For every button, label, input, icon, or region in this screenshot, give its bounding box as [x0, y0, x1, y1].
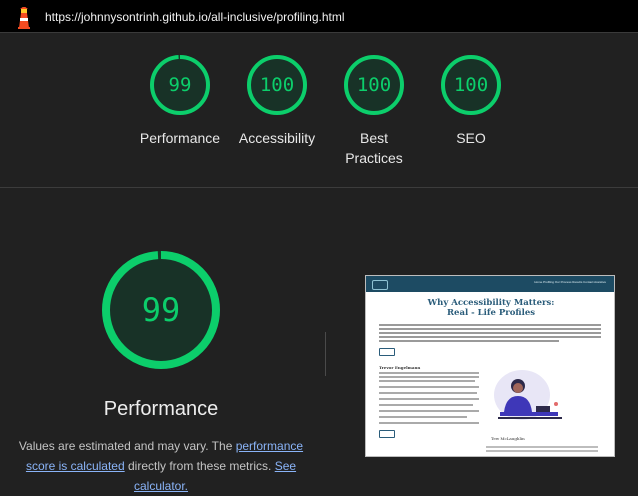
performance-gauge-large: 99 [101, 250, 221, 370]
thumb-text-line [379, 376, 479, 378]
thumb-button [379, 348, 395, 356]
thumb-subheading: Trevor Engelmann [379, 365, 421, 370]
gauge-score: 100 [356, 74, 392, 96]
section-divider [0, 187, 638, 188]
gauge-label-seo: SEO [456, 130, 486, 146]
thumb-text-line [379, 372, 479, 374]
thumb-heading-line: Why Accessibility Matters: [427, 298, 555, 308]
performance-title: Performance [103, 398, 219, 420]
thumb-nav-links: Home Profiling Our Process Results Conta… [534, 280, 606, 284]
thumb-button [379, 430, 395, 438]
thumb-text-line [379, 340, 559, 342]
gauge-best-practices[interactable]: 100 [343, 54, 405, 116]
thumb-text-line [379, 386, 479, 388]
gauge-accessibility[interactable]: 100 [246, 54, 308, 116]
gauge-score: 100 [259, 74, 295, 96]
desc-text: Values are estimated and may vary. The [18, 439, 236, 453]
thumb-heading-line: Real - Life Profiles [446, 308, 536, 318]
thumb-text-line [379, 404, 473, 406]
final-screenshot: Home Profiling Our Process Results Conta… [365, 275, 615, 457]
thumb-person-illustration [498, 379, 562, 419]
gauge-score: 100 [453, 74, 489, 96]
thumb-text-line [379, 416, 467, 418]
thumb-text-line [379, 332, 601, 334]
performance-description: Values are estimated and may vary. The p… [12, 436, 310, 496]
gauge-score: 99 [168, 74, 192, 96]
thumb-logo-icon [372, 280, 388, 290]
thumb-text-line [379, 392, 477, 394]
vertical-divider [325, 332, 326, 376]
gauge-seo[interactable]: 100 [440, 54, 502, 116]
thumb-heading: Why Accessibility Matters: Real - Life P… [396, 298, 586, 318]
gauge-label-line: Practices [345, 150, 403, 166]
thumb-person-name: Tew McLaughlin [491, 436, 525, 441]
address-bar: https://johnnysontrinh.github.io/all-inc… [0, 0, 638, 33]
thumb-text-line [379, 328, 601, 330]
gauge-performance[interactable]: 99 [149, 54, 211, 116]
desc-text: directly from these metrics. [124, 459, 275, 473]
thumb-text-line [379, 336, 601, 338]
lighthouse-icon [15, 6, 33, 29]
thumb-text-line [379, 380, 475, 382]
thumb-text-line [379, 422, 479, 424]
thumb-nav: Home Profiling Our Process Results Conta… [366, 276, 614, 292]
thumb-text-line [379, 410, 479, 412]
thumb-text-line [486, 450, 598, 452]
thumb-text-line [379, 398, 479, 400]
page-url[interactable]: https://johnnysontrinh.github.io/all-inc… [45, 10, 345, 24]
performance-score: 99 [141, 291, 181, 329]
thumb-text-line [486, 446, 598, 448]
thumb-text-line [379, 324, 601, 326]
